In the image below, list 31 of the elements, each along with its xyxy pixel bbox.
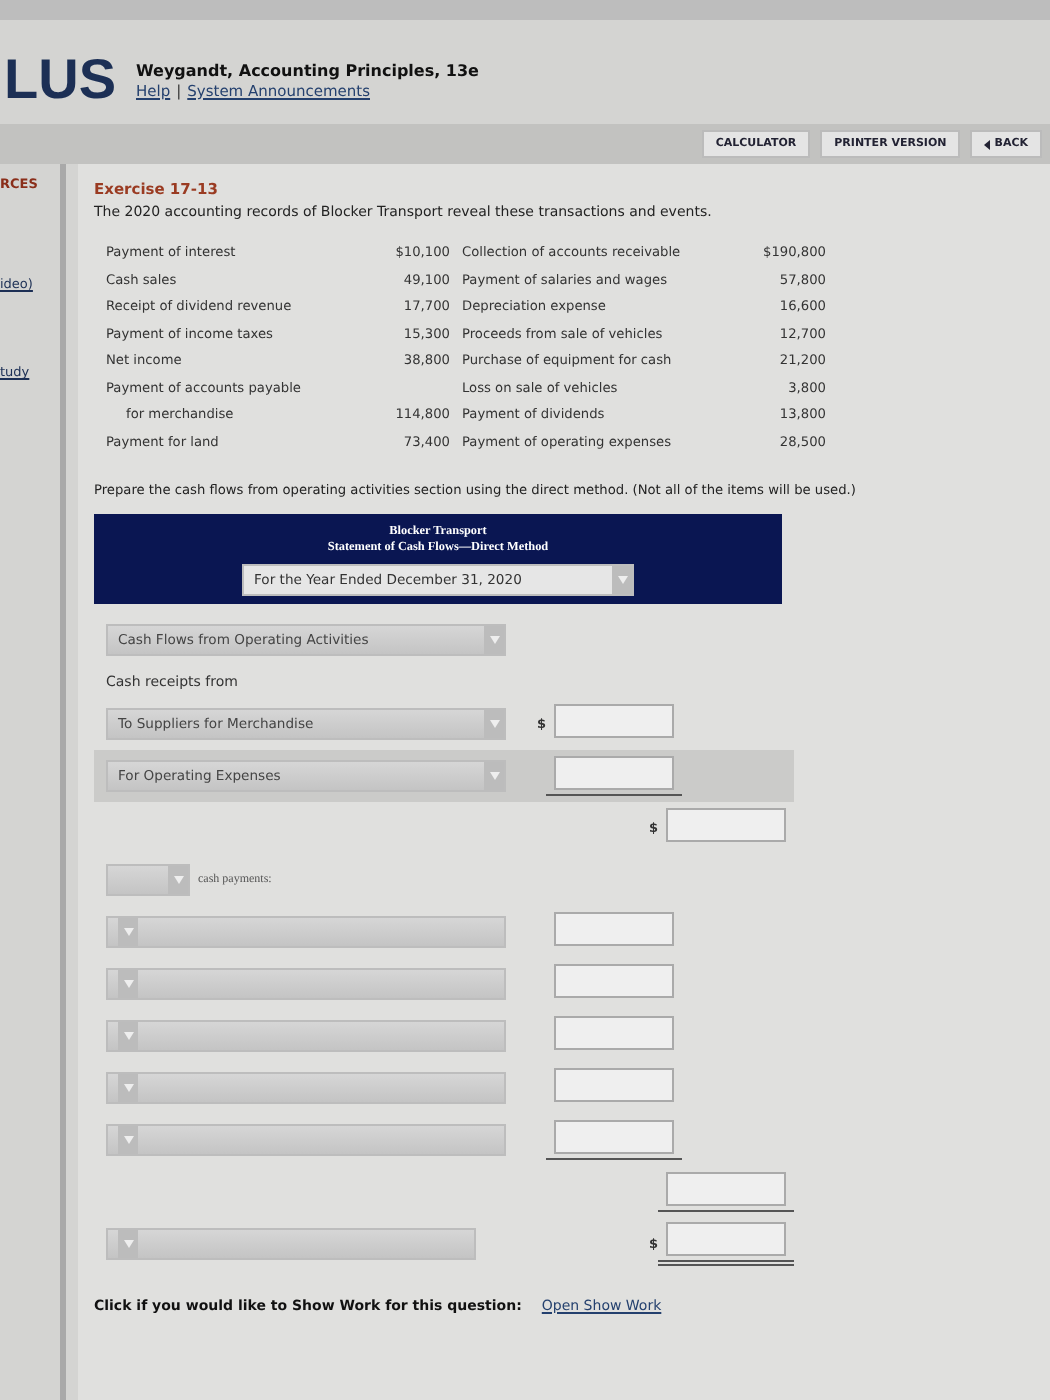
caret-icon xyxy=(612,565,632,593)
dropdown[interactable] xyxy=(106,1019,506,1051)
amount-field[interactable] xyxy=(666,807,786,841)
caret-icon xyxy=(118,1125,138,1153)
amount-field[interactable] xyxy=(554,911,674,945)
caret-icon xyxy=(168,865,188,893)
caret-icon xyxy=(484,709,504,737)
book-title: Weygandt, Accounting Principles, 13e xyxy=(136,61,479,79)
dropdown[interactable] xyxy=(106,1071,506,1103)
amount-field[interactable] xyxy=(666,1221,786,1255)
amount-field[interactable] xyxy=(554,1119,674,1153)
dropdown[interactable] xyxy=(106,1227,477,1259)
dropdown[interactable] xyxy=(106,967,506,999)
caret-icon xyxy=(118,1229,138,1257)
amount-field[interactable] xyxy=(554,963,674,997)
dropdown[interactable] xyxy=(106,1123,506,1155)
caret-icon xyxy=(118,969,138,997)
amount-field[interactable] xyxy=(554,1067,674,1101)
amount-field[interactable] xyxy=(554,703,674,737)
dropdown[interactable] xyxy=(106,915,506,947)
caret-icon xyxy=(484,625,504,653)
caret-icon xyxy=(118,917,138,945)
logo: LUS xyxy=(4,48,116,112)
caret-icon xyxy=(118,1021,138,1049)
caret-icon xyxy=(484,761,504,789)
amount-field[interactable] xyxy=(554,1015,674,1049)
amount-field[interactable] xyxy=(554,755,674,789)
caret-icon xyxy=(118,1073,138,1101)
dropdown[interactable] xyxy=(106,863,190,895)
back-arrow-icon xyxy=(984,139,991,149)
amount-field[interactable] xyxy=(666,1171,786,1205)
